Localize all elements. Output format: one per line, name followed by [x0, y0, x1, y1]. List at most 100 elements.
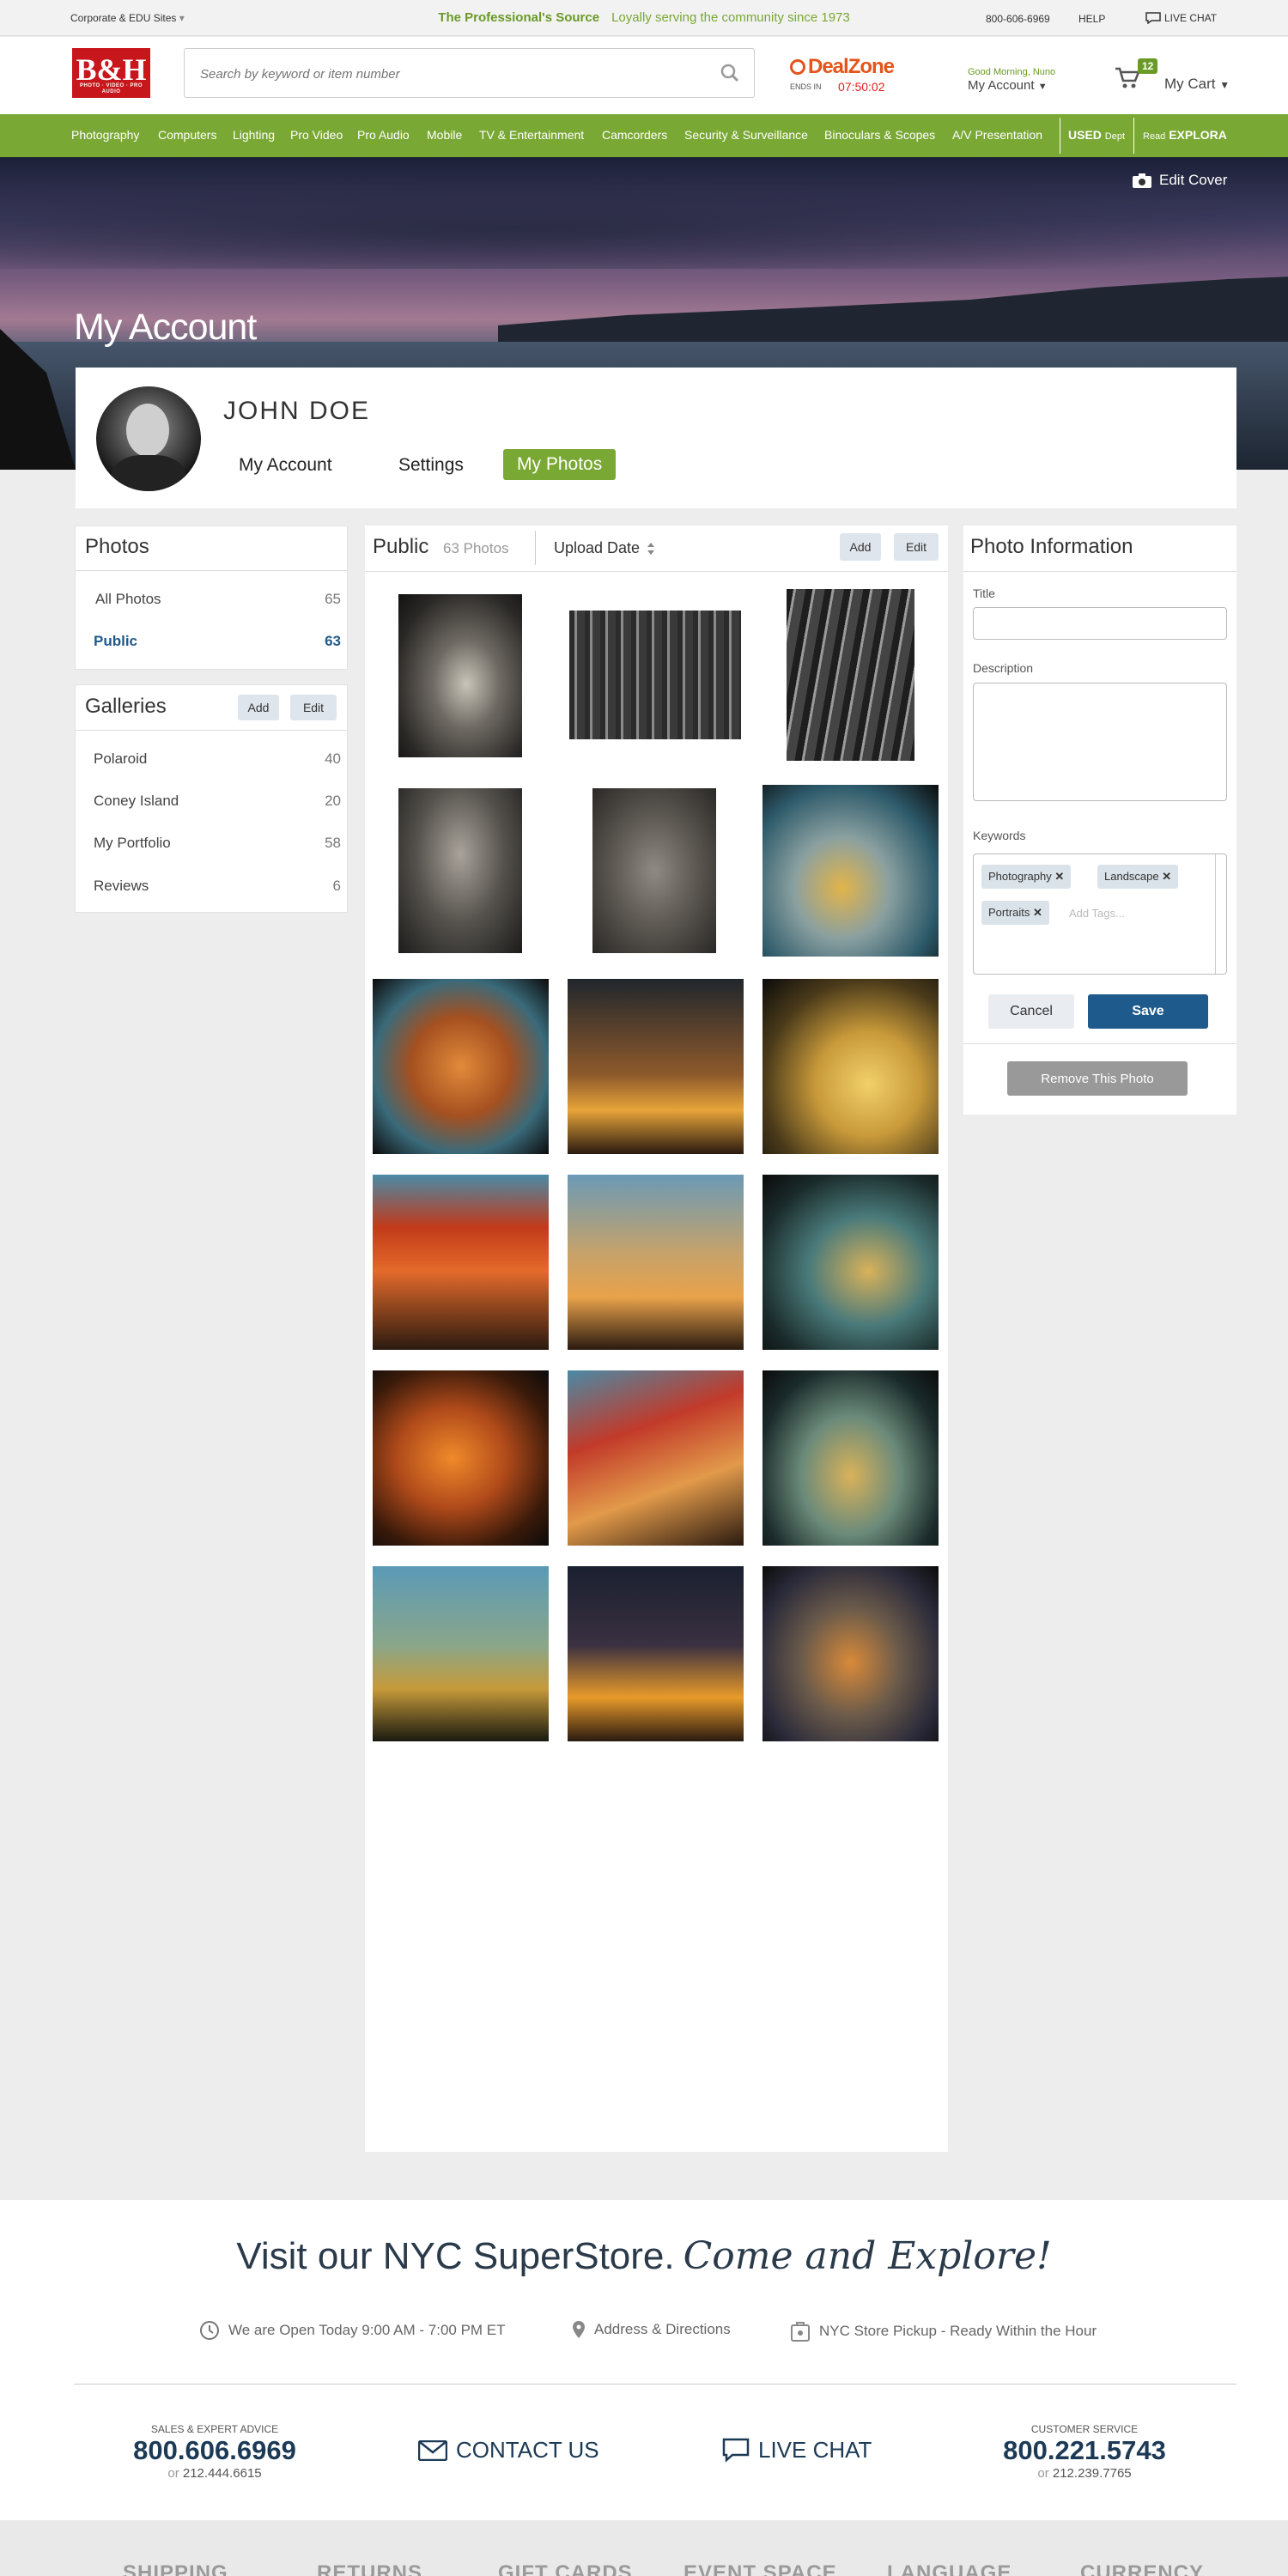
- nav-security[interactable]: Security & Surveillance: [684, 128, 808, 142]
- sales-contact: SALES & EXPERT ADVICE 800.606.6969 or 21…: [120, 2423, 309, 2481]
- keyword-chip: Photography ✕: [981, 865, 1072, 889]
- photo-thumbnail[interactable]: [373, 1566, 549, 1741]
- photo-thumbnail[interactable]: [568, 1566, 744, 1741]
- footer-link-returns[interactable]: RETURNS: [317, 2561, 422, 2576]
- title-input[interactable]: [973, 607, 1227, 640]
- add-gallery-button[interactable]: Add: [238, 695, 279, 720]
- profile-name: JOHN DOE: [223, 397, 371, 425]
- footer-live-chat-link[interactable]: LIVE CHAT: [722, 2437, 872, 2464]
- address-directions-link[interactable]: Address & Directions: [572, 2320, 731, 2339]
- gallery-count: 6: [332, 878, 341, 894]
- photo-thumbnail[interactable]: [398, 788, 522, 953]
- nav-pro-video[interactable]: Pro Video: [290, 128, 343, 142]
- nav-tv-entertainment[interactable]: TV & Entertainment: [479, 128, 584, 142]
- cs-phone[interactable]: 800.221.5743: [990, 2435, 1179, 2466]
- nav-computers[interactable]: Computers: [158, 128, 216, 142]
- footer-link-language[interactable]: LANGUAGE: [887, 2561, 1012, 2576]
- gallery-item-reviews[interactable]: Reviews: [94, 878, 149, 895]
- gallery-item-my-portfolio[interactable]: My Portfolio: [94, 835, 171, 852]
- store-pickup-icon: [791, 2322, 810, 2342]
- remove-keyword-icon[interactable]: ✕: [1033, 906, 1042, 919]
- photo-thumbnail[interactable]: [398, 594, 522, 757]
- footer-divider: [74, 2384, 1236, 2385]
- footer-link-gift-cards[interactable]: GIFT CARDS: [498, 2561, 633, 2576]
- nav-mobile[interactable]: Mobile: [427, 128, 462, 142]
- photo-thumbnail[interactable]: [373, 1370, 549, 1546]
- live-chat-link[interactable]: LIVE CHAT: [1145, 12, 1217, 24]
- save-button[interactable]: Save: [1088, 994, 1208, 1029]
- photo-thumbnail[interactable]: [762, 1566, 939, 1741]
- nav-photography[interactable]: Photography: [71, 128, 139, 142]
- top-phone[interactable]: 800-606-6969: [986, 13, 1050, 25]
- add-photo-button[interactable]: Add: [840, 533, 881, 561]
- map-pin-icon: [573, 2321, 585, 2338]
- footer-link-currency[interactable]: CURRENCY: [1080, 2561, 1204, 2576]
- tab-my-account[interactable]: My Account: [239, 455, 332, 476]
- gallery-item-coney-island[interactable]: Coney Island: [94, 793, 179, 810]
- gallery-item-polaroid[interactable]: Polaroid: [94, 750, 147, 768]
- sales-alt-phone[interactable]: 212.444.6615: [183, 2466, 262, 2481]
- photo-thumbnail[interactable]: [568, 1370, 744, 1546]
- photo-thumbnail[interactable]: [762, 979, 939, 1154]
- nav-explora[interactable]: Read EXPLORA: [1143, 128, 1227, 142]
- nav-used-dept[interactable]: USED Dept: [1068, 128, 1125, 142]
- contact-us-link[interactable]: CONTACT US: [418, 2437, 599, 2464]
- tab-my-photos[interactable]: My Photos: [503, 449, 617, 480]
- photo-thumbnail[interactable]: [568, 979, 744, 1154]
- photo-thumbnail[interactable]: [592, 788, 716, 953]
- edit-cover-button[interactable]: Edit Cover: [1132, 172, 1227, 189]
- envelope-icon: [418, 2439, 447, 2461]
- search-icon[interactable]: [720, 63, 740, 83]
- add-tags-input[interactable]: Add Tags...: [1069, 907, 1125, 920]
- photo-thumbnail[interactable]: [762, 1175, 939, 1350]
- photo-thumbnail[interactable]: [569, 611, 741, 739]
- cs-alt-phone[interactable]: 212.239.7765: [1053, 2466, 1132, 2481]
- nav-av-presentation[interactable]: A/V Presentation: [952, 128, 1042, 142]
- sales-phone[interactable]: 800.606.6969: [120, 2435, 309, 2466]
- photo-thumbnail[interactable]: [568, 1175, 744, 1350]
- nav-binoculars[interactable]: Binoculars & Scopes: [824, 128, 935, 142]
- all-photos-link[interactable]: All Photos: [95, 591, 161, 608]
- profile-card: [76, 368, 1236, 508]
- camera-icon: [1133, 173, 1151, 188]
- deal-timer: 07:50:02: [838, 80, 885, 94]
- tab-settings[interactable]: Settings: [398, 455, 464, 476]
- avatar[interactable]: [96, 386, 201, 491]
- or-label: or: [167, 2466, 179, 2481]
- photo-thumbnail[interactable]: [373, 1175, 549, 1350]
- sort-dropdown[interactable]: Upload Date: [554, 539, 655, 557]
- description-textarea[interactable]: [973, 683, 1227, 801]
- cart-icon[interactable]: [1115, 67, 1140, 89]
- photo-thumbnail[interactable]: [373, 979, 549, 1154]
- search-input[interactable]: [200, 64, 681, 83]
- cancel-button[interactable]: Cancel: [988, 994, 1074, 1029]
- clock-icon: [200, 2321, 219, 2340]
- remove-keyword-icon[interactable]: ✕: [1054, 870, 1064, 883]
- nav-pro-audio[interactable]: Pro Audio: [357, 128, 410, 142]
- public-photos-link[interactable]: Public: [94, 633, 137, 650]
- edit-gallery-button[interactable]: Edit: [290, 695, 337, 720]
- my-account-dropdown[interactable]: My Account ▼: [968, 78, 1048, 93]
- photo-thumbnail[interactable]: [787, 589, 914, 761]
- help-link[interactable]: HELP: [1078, 13, 1105, 25]
- remove-photo-button[interactable]: Remove This Photo: [1007, 1061, 1188, 1096]
- remove-keyword-icon[interactable]: ✕: [1162, 870, 1171, 883]
- page-title: My Account: [74, 307, 257, 348]
- grid-title: Public: [373, 535, 429, 558]
- photo-thumbnail[interactable]: [762, 1370, 939, 1546]
- bh-logo[interactable]: B&H PHOTO · VIDEO · PRO AUDIO: [72, 48, 150, 98]
- my-cart-link[interactable]: My Cart ▼: [1164, 76, 1230, 93]
- store-pickup-link[interactable]: NYC Store Pickup - Ready Within the Hour: [790, 2320, 1097, 2342]
- edit-photos-button[interactable]: Edit: [894, 533, 939, 561]
- nav-lighting[interactable]: Lighting: [233, 128, 275, 142]
- ends-in-label: ENDS IN: [790, 82, 822, 91]
- all-photos-count: 65: [325, 591, 341, 607]
- gallery-count: 20: [325, 793, 341, 809]
- footer-link-shipping[interactable]: SHIPPING: [123, 2561, 228, 2576]
- nav-divider: [1133, 118, 1134, 154]
- deal-zone-link[interactable]: DealZone: [790, 55, 895, 79]
- photo-thumbnail[interactable]: [762, 785, 939, 957]
- footer-link-event-space[interactable]: EVENT SPACE: [683, 2561, 837, 2576]
- cart-count-badge: 12: [1138, 58, 1158, 74]
- nav-camcorders[interactable]: Camcorders: [602, 128, 667, 142]
